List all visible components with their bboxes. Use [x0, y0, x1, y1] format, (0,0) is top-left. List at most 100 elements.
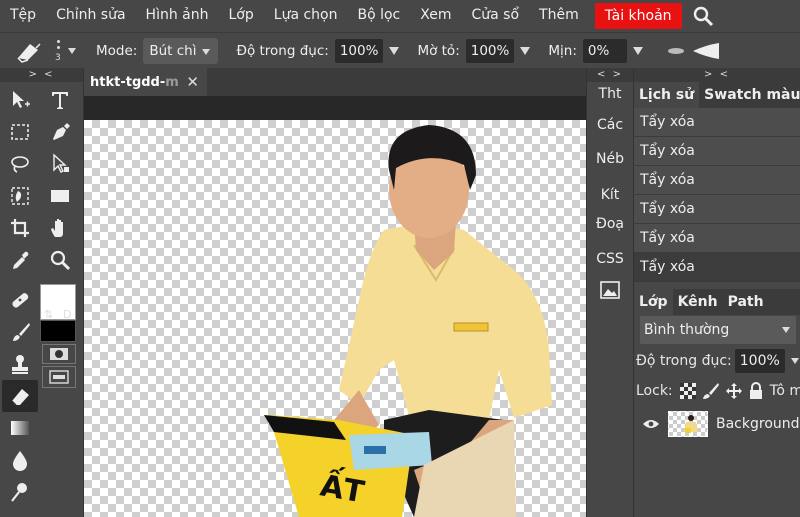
blur-tool[interactable]: [2, 444, 38, 476]
tab-history[interactable]: Lịch sử: [634, 82, 700, 108]
lock-all-padlock-icon[interactable]: [748, 382, 764, 400]
mode-value: Bút chì: [149, 42, 197, 59]
right-panel-collapse-toggle[interactable]: > <: [634, 68, 800, 82]
screen-mode-button[interactable]: [42, 366, 76, 388]
mini-panel-info[interactable]: Tht: [587, 86, 633, 102]
history-item[interactable]: Tẩy xóa: [634, 137, 800, 166]
brush-tool[interactable]: [2, 316, 38, 348]
swap-colors-icon[interactable]: ⇅: [44, 308, 53, 321]
move-tool[interactable]: [2, 84, 38, 116]
menu-filter[interactable]: Bộ lọc: [347, 0, 410, 32]
mini-panel-properties[interactable]: Các: [587, 117, 633, 133]
menu-more[interactable]: Thêm: [529, 0, 589, 32]
canvas-viewport[interactable]: ẤT: [84, 96, 586, 517]
image-icon[interactable]: [600, 281, 620, 299]
bandage-icon: [12, 293, 29, 308]
lock-transparency-icon[interactable]: [679, 382, 697, 400]
shape-tool[interactable]: [42, 180, 78, 212]
lasso-icon: [11, 156, 29, 173]
document-tabs: htkt-tgdd-m ✕: [84, 68, 586, 96]
type-tool[interactable]: [42, 84, 78, 116]
menu-window[interactable]: Cửa sổ: [461, 0, 529, 32]
chevron-down-icon[interactable]: [790, 358, 799, 364]
layer-name: Background: [716, 416, 800, 432]
marquee-icon: [11, 124, 29, 140]
tab-paths[interactable]: Path: [723, 289, 769, 315]
default-colors-button[interactable]: D: [63, 308, 71, 321]
gradient-tool[interactable]: [2, 412, 38, 444]
history-item[interactable]: Tẩy xóa: [634, 224, 800, 253]
history-item[interactable]: Tẩy xóa: [634, 195, 800, 224]
menu-file[interactable]: Tệp: [0, 0, 46, 32]
lock-pixels-brush-icon[interactable]: [702, 382, 720, 400]
mini-panel-dock: < > Tht Các Néb Kít Đoạ CSS: [586, 68, 634, 517]
chevron-down-icon: [782, 327, 790, 333]
mini-panel-collapse-toggle[interactable]: < >: [587, 68, 633, 82]
document-area: htkt-tgdd-m ✕ ẤT: [84, 68, 586, 517]
document-tab[interactable]: htkt-tgdd-m ✕: [84, 68, 207, 96]
pressure-toggle-icon[interactable]: [691, 41, 721, 61]
crop-tool[interactable]: [2, 212, 38, 244]
canvas[interactable]: ẤT: [84, 120, 586, 517]
history-item-current[interactable]: Tẩy xóa: [634, 253, 800, 282]
dodge-tool[interactable]: [2, 476, 38, 508]
search-icon[interactable]: [692, 5, 714, 27]
account-button[interactable]: Tài khoản: [594, 3, 682, 29]
mini-panel-brush[interactable]: Néb: [587, 151, 633, 167]
history-list: Tẩy xóa Tẩy xóa Tẩy xóa Tẩy xóa Tẩy xóa …: [634, 108, 800, 282]
eyedropper-tool[interactable]: [2, 244, 38, 276]
menu-layer[interactable]: Lớp: [219, 0, 264, 32]
magnifier-icon: [50, 250, 71, 271]
smooth-input[interactable]: 0%: [582, 38, 627, 63]
hand-tool[interactable]: [42, 212, 78, 244]
history-item[interactable]: Tẩy xóa: [634, 166, 800, 195]
close-icon[interactable]: ✕: [186, 73, 199, 91]
airbrush-toggle-icon[interactable]: [661, 41, 691, 61]
eraser-preset-icon[interactable]: [8, 36, 48, 66]
opacity-dropdown-icon[interactable]: [389, 46, 400, 55]
screen-mode-icon: [49, 370, 69, 384]
brush-size-value: 3: [55, 52, 61, 63]
mini-panel-character[interactable]: Kít: [587, 187, 633, 203]
menu-select[interactable]: Lựa chọn: [264, 0, 348, 32]
healing-tool[interactable]: [2, 284, 38, 316]
text-t-icon: [52, 92, 68, 109]
blend-mode-value: Bình thường: [644, 322, 730, 338]
lock-position-move-icon[interactable]: [725, 382, 743, 400]
layer-row-background[interactable]: Background: [634, 408, 800, 440]
layer-opacity-input[interactable]: 100%: [734, 349, 785, 373]
marquee-tool[interactable]: [2, 116, 38, 148]
opacity-input[interactable]: 100%: [334, 38, 384, 63]
brush-size-picker[interactable]: 3: [54, 36, 78, 66]
path-select-tool[interactable]: [42, 148, 78, 180]
quick-mask-button[interactable]: [42, 344, 76, 364]
background-color-swatch[interactable]: [40, 320, 76, 342]
layer-thumbnail: [668, 411, 708, 437]
lasso-tool[interactable]: [2, 148, 38, 180]
water-drop-icon: [13, 451, 27, 471]
gradient-icon: [11, 421, 29, 435]
history-item[interactable]: Tẩy xóa: [634, 108, 800, 137]
pen-tool[interactable]: [42, 116, 78, 148]
toolbox-collapse-toggle[interactable]: > <: [0, 68, 83, 82]
mode-select[interactable]: Bút chì: [143, 37, 219, 64]
smooth-dropdown-icon[interactable]: [632, 46, 643, 55]
tab-channels[interactable]: Kênh: [673, 289, 723, 315]
tab-swatches[interactable]: Swatch màu: [699, 82, 800, 108]
flow-dropdown-icon[interactable]: [520, 46, 531, 55]
quick-select-tool[interactable]: [2, 180, 38, 212]
flow-input[interactable]: 100%: [465, 38, 515, 63]
tab-layers[interactable]: Lớp: [634, 289, 673, 315]
eye-visibility-icon[interactable]: [642, 418, 660, 430]
eraser-tool[interactable]: [2, 380, 38, 412]
menu-view[interactable]: Xem: [410, 0, 461, 32]
mini-panel-css[interactable]: CSS: [587, 251, 633, 267]
menu-image[interactable]: Hình ảnh: [136, 0, 219, 32]
menu-edit[interactable]: Chỉnh sửa: [46, 0, 135, 32]
zoom-tool[interactable]: [42, 244, 78, 276]
clone-stamp-tool[interactable]: [2, 348, 38, 380]
blend-mode-select[interactable]: Bình thường: [640, 316, 796, 344]
rectangle-shape-icon: [51, 190, 69, 202]
pen-nib-icon: [53, 123, 70, 140]
mini-panel-paragraph[interactable]: Đoạ: [587, 216, 633, 232]
